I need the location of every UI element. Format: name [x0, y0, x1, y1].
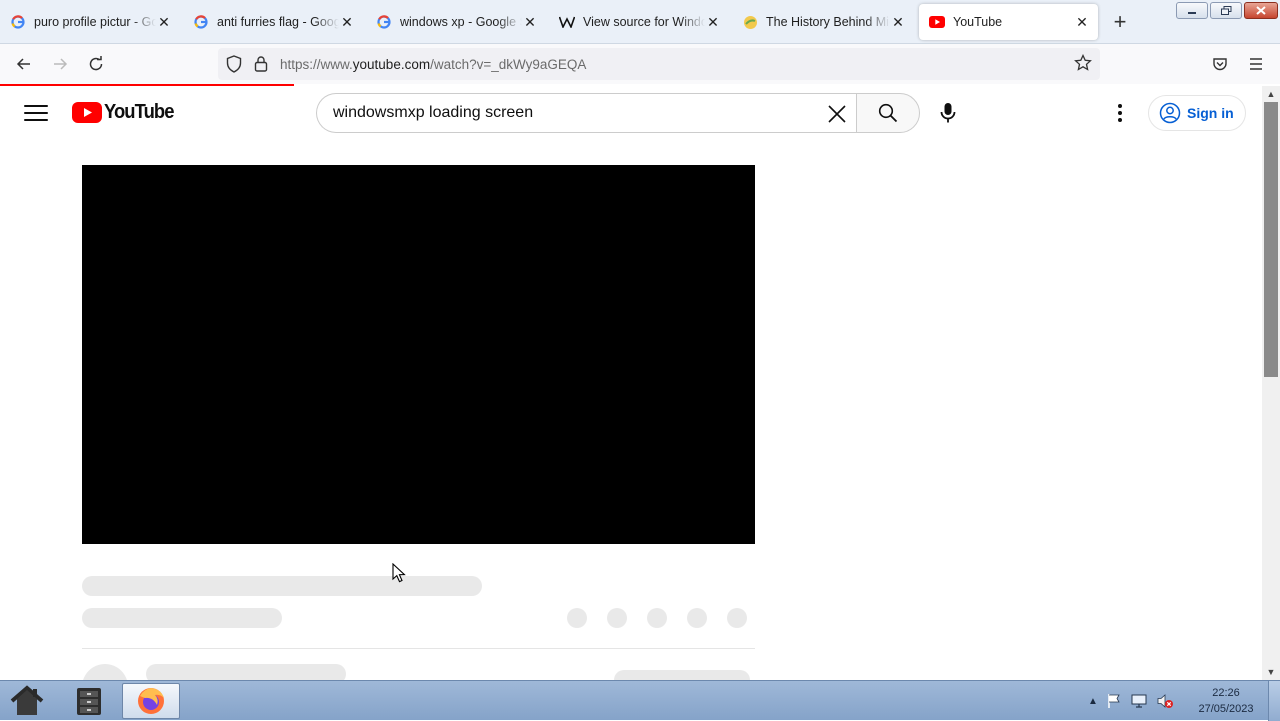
network-icon[interactable] [1130, 693, 1148, 709]
search-bar: windowsmxp loading screen [316, 93, 920, 133]
title-skeleton [82, 576, 482, 596]
minimize-icon [1188, 11, 1196, 14]
youtube-logo-text: YouTube [104, 101, 174, 123]
scroll-down-icon[interactable]: ▼ [1262, 664, 1280, 680]
restore-button[interactable] [1210, 2, 1242, 19]
firefox-icon [138, 688, 164, 714]
arrow-left-icon [16, 58, 30, 70]
mouse-cursor-icon [392, 563, 406, 583]
more-options-icon[interactable] [1108, 97, 1132, 129]
tab-close-icon[interactable]: ✕ [339, 14, 355, 30]
browser-tab-active[interactable]: YouTube ✕ [919, 4, 1098, 40]
app-menu-button[interactable] [1244, 52, 1268, 76]
taskbar: ▲ 22:26 27/05/2023 [0, 680, 1280, 721]
action-skeleton [607, 608, 627, 628]
google-g-icon [193, 14, 209, 30]
tab-close-icon[interactable]: ✕ [890, 14, 906, 30]
volume-muted-icon[interactable] [1156, 693, 1174, 709]
avatar-skeleton [82, 664, 128, 680]
browser-tab[interactable]: View source for Window ✕ [549, 4, 729, 40]
subscribe-skeleton [614, 670, 750, 680]
google-g-icon [376, 14, 392, 30]
youtube-icon [929, 14, 945, 30]
minimize-button[interactable] [1176, 2, 1208, 19]
pocket-button[interactable] [1208, 52, 1232, 76]
taskbar-clock[interactable]: 22:26 27/05/2023 [1190, 685, 1262, 717]
pocket-icon [1213, 58, 1227, 71]
tab-close-icon[interactable]: ✕ [522, 14, 538, 30]
search-query-text: windowsmxp loading screen [333, 104, 534, 121]
tab-title: The History Behind Micr [766, 15, 890, 29]
search-button[interactable] [856, 93, 920, 133]
sign-in-button[interactable]: Sign in [1148, 95, 1246, 131]
browser-tab[interactable]: puro profile pictur - Goo ✕ [0, 4, 180, 40]
content-divider [82, 648, 755, 649]
wikipedia-w-icon [559, 14, 575, 30]
taskbar-home[interactable] [6, 683, 48, 719]
lock-icon[interactable] [254, 55, 268, 77]
file-cabinet-icon [77, 688, 101, 715]
action-center-flag-icon[interactable] [1106, 693, 1122, 709]
account-circle-icon [1159, 102, 1181, 124]
clock-date: 27/05/2023 [1198, 703, 1254, 715]
close-window-button[interactable] [1244, 2, 1278, 19]
sign-in-label: Sign in [1187, 105, 1234, 121]
page-scrollbar[interactable]: ▲ ▼ [1262, 86, 1280, 680]
shield-icon[interactable] [226, 55, 242, 78]
restore-icon [1220, 6, 1231, 15]
home-icon [10, 685, 44, 715]
hamburger-menu-icon [1250, 58, 1262, 70]
scrollbar-thumb[interactable] [1264, 102, 1278, 377]
action-skeleton [647, 608, 667, 628]
youtube-logo-icon [72, 102, 102, 123]
system-tray: ▲ [1088, 681, 1174, 721]
url-text[interactable]: https://www.youtube.com/watch?v=_dkWy9aG… [280, 57, 586, 72]
tab-title: anti furries flag - Google [217, 15, 339, 29]
browser-tab[interactable]: anti furries flag - Google ✕ [183, 4, 363, 40]
microphone-icon [940, 103, 956, 123]
back-button[interactable] [12, 52, 36, 76]
bookmark-star-icon[interactable] [1074, 53, 1092, 77]
show-hidden-icons-icon[interactable]: ▲ [1088, 696, 1098, 707]
channel-skeleton [82, 608, 282, 628]
navigation-toolbar: https://www.youtube.com/watch?v=_dkWy9aG… [0, 44, 1280, 84]
clear-search-icon[interactable] [821, 98, 853, 130]
tab-title: puro profile pictur - Goo [34, 15, 156, 29]
browser-tab[interactable]: The History Behind Micr ✕ [732, 4, 914, 40]
action-skeleton [727, 608, 747, 628]
action-skeleton [687, 608, 707, 628]
forward-button[interactable] [48, 52, 72, 76]
tab-close-icon[interactable]: ✕ [1074, 14, 1090, 30]
reload-icon [89, 56, 103, 71]
description-skeleton [146, 664, 346, 680]
youtube-page: YouTube windowsmxp loading screen Sign i… [0, 86, 1262, 680]
video-player[interactable] [82, 165, 755, 544]
google-g-icon [10, 14, 26, 30]
new-tab-button[interactable]: + [1108, 9, 1132, 34]
search-input[interactable]: windowsmxp loading screen [316, 93, 857, 133]
tab-strip: puro profile pictur - Goo ✕ anti furries… [0, 0, 1280, 44]
reload-button[interactable] [84, 52, 108, 76]
clock-time: 22:26 [1212, 687, 1240, 699]
tab-title: YouTube [953, 15, 1003, 29]
browser-tab[interactable]: windows xp - Google Se ✕ [366, 4, 546, 40]
arrow-right-icon [54, 58, 68, 70]
action-skeleton [567, 608, 587, 628]
tab-title: View source for Window [583, 15, 705, 29]
youtube-logo[interactable]: YouTube [72, 101, 180, 124]
tab-close-icon[interactable]: ✕ [705, 14, 721, 30]
search-icon [878, 103, 898, 123]
tab-title: windows xp - Google Se [400, 15, 522, 29]
guide-menu-icon[interactable] [24, 101, 48, 125]
window-controls [1176, 2, 1278, 19]
voice-search-button[interactable] [932, 97, 964, 129]
address-bar[interactable]: https://www.youtube.com/watch?v=_dkWy9aG… [218, 48, 1100, 80]
scroll-up-icon[interactable]: ▲ [1262, 86, 1280, 102]
taskbar-firefox[interactable] [122, 683, 180, 719]
taskbar-file-manager[interactable] [68, 683, 110, 719]
tab-close-icon[interactable]: ✕ [156, 14, 172, 30]
close-icon [1256, 6, 1266, 15]
show-desktop-button[interactable] [1268, 681, 1280, 721]
orb-icon [742, 14, 758, 30]
